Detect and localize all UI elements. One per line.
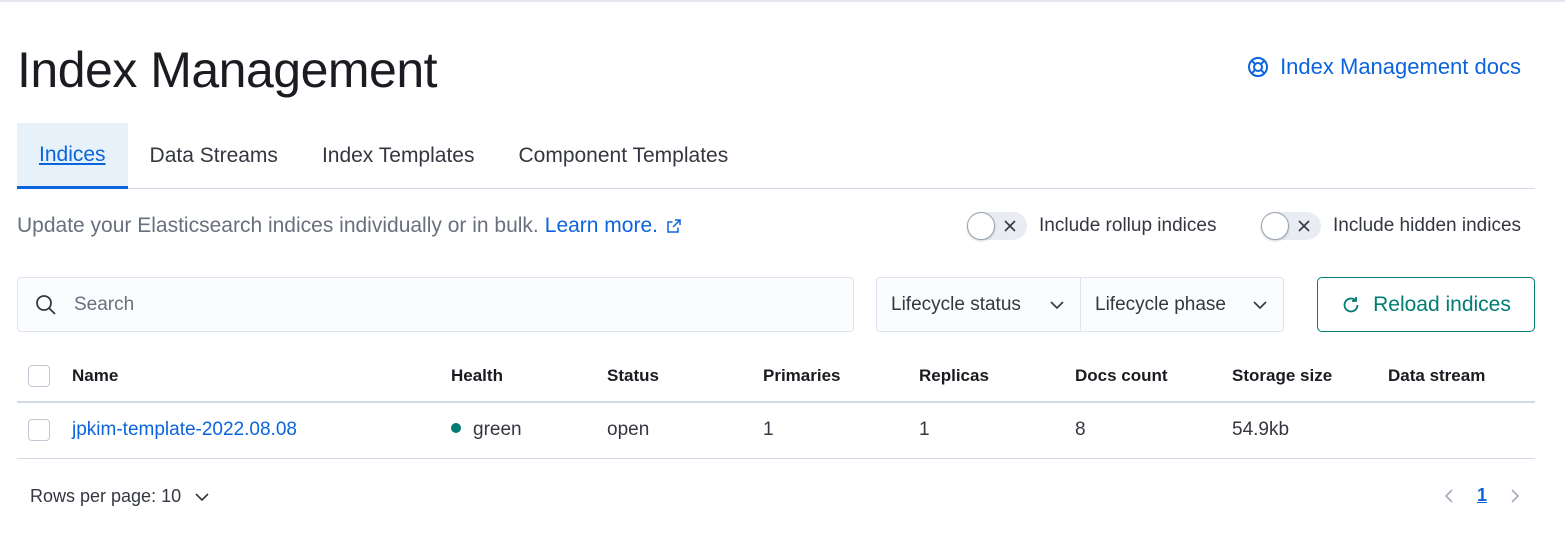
learn-more-label: Learn more. (544, 214, 658, 237)
column-header-docs-count[interactable]: Docs count (1075, 351, 1232, 402)
lifecycle-status-label: Lifecycle status (891, 293, 1021, 315)
toggle-rollup-indices: Include rollup indices (967, 212, 1216, 240)
lifecycle-phase-label: Lifecycle phase (1095, 293, 1226, 315)
rows-per-page-label: Rows per page: 10 (30, 486, 182, 506)
column-header-storage-size[interactable]: Storage size (1232, 351, 1388, 402)
filter-group: Lifecycle status Lifecycle phase (876, 277, 1284, 332)
column-header-replicas[interactable]: Replicas (919, 351, 1075, 402)
health-value: green (473, 419, 522, 441)
refresh-icon (1343, 296, 1359, 312)
column-header-primaries[interactable]: Primaries (763, 351, 919, 402)
rollup-indices-label: Include rollup indices (1039, 215, 1217, 236)
column-header-data-stream[interactable]: Data stream (1388, 351, 1535, 402)
rollup-indices-switch[interactable] (967, 212, 1027, 240)
rows-per-page-selector[interactable]: Rows per page: 10 (30, 486, 211, 507)
external-link-icon (667, 219, 681, 233)
search-box (17, 277, 854, 332)
health-dot-icon (451, 423, 461, 434)
switch-knob (967, 212, 995, 240)
cell-health: green (451, 402, 607, 458)
cell-data-stream (1388, 402, 1535, 458)
column-header-health[interactable]: Health (451, 351, 607, 402)
cell-name: jpkim-template-2022.08.08 (72, 402, 451, 458)
tab-index-templates[interactable]: Index Templates (300, 123, 497, 189)
cell-status: open (607, 419, 650, 441)
page-description: Update your Elasticsearch indices indivi… (17, 214, 682, 238)
description-text: Update your Elasticsearch indices indivi… (17, 214, 539, 237)
chevron-down-icon (1050, 300, 1064, 309)
search-icon (36, 294, 56, 315)
row-checkbox[interactable] (28, 419, 50, 442)
help-lifebuoy-icon (1248, 57, 1269, 77)
index-name-link[interactable]: jpkim-template-2022.08.08 (72, 419, 297, 440)
chevron-down-icon (1253, 300, 1267, 309)
docs-link-label: Index Management docs (1280, 54, 1521, 79)
chevron-right-icon[interactable] (1505, 486, 1525, 506)
row-select-cell (17, 402, 72, 458)
cell-docs-count: 8 (1075, 419, 1086, 441)
chevron-down-icon (195, 492, 209, 501)
docs-link[interactable]: Index Management docs (1246, 54, 1521, 80)
hidden-indices-switch[interactable] (1261, 212, 1321, 240)
close-icon (1004, 220, 1016, 232)
column-header-name[interactable]: Name (72, 351, 451, 402)
lifecycle-phase-filter[interactable]: Lifecycle phase (1080, 278, 1283, 331)
learn-more-link[interactable]: Learn more. (545, 214, 682, 238)
tab-bar: Indices Data Streams Index Templates Com… (17, 123, 1535, 189)
reload-indices-label: Reload indices (1373, 292, 1511, 316)
close-icon (1298, 220, 1310, 232)
pagination: 1 (1439, 485, 1525, 506)
index-management-page: Index Management Index Management docs I… (17, 0, 1535, 538)
tab-data-streams[interactable]: Data Streams (128, 123, 300, 189)
page-title: Index Management (17, 42, 438, 98)
chevron-left-icon[interactable] (1439, 486, 1459, 506)
search-input[interactable] (72, 292, 832, 317)
tab-component-templates[interactable]: Component Templates (496, 123, 750, 189)
page-number-button[interactable]: 1 (1477, 485, 1487, 506)
indices-table: Name Health Status Primaries Replicas Do… (17, 351, 1535, 459)
cell-primaries: 1 (763, 419, 774, 441)
table-row: jpkim-template-2022.08.08 green open 1 1… (17, 402, 1535, 458)
reload-indices-button[interactable]: Reload indices (1317, 277, 1535, 332)
select-all-checkbox[interactable] (28, 365, 50, 387)
switch-knob (1261, 212, 1289, 240)
column-header-status[interactable]: Status (607, 351, 763, 402)
hidden-indices-label: Include hidden indices (1333, 215, 1522, 236)
tab-indices[interactable]: Indices (17, 123, 128, 189)
lifecycle-status-filter[interactable]: Lifecycle status (877, 278, 1080, 331)
table-header-row: Name Health Status Primaries Replicas Do… (17, 351, 1535, 402)
cell-storage-size: 54.9kb (1232, 419, 1290, 441)
toggle-hidden-indices: Include hidden indices (1261, 212, 1521, 240)
cell-replicas: 1 (919, 419, 930, 441)
select-all-cell (17, 351, 72, 402)
